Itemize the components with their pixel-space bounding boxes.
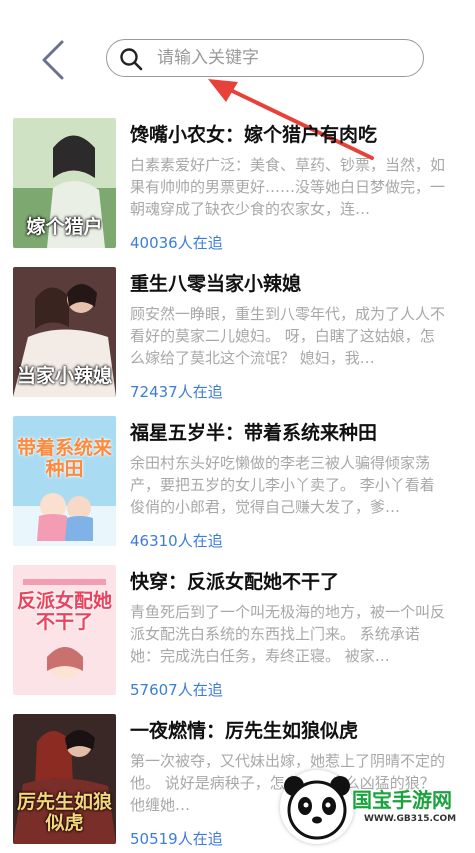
search-box[interactable]	[106, 39, 424, 77]
book-title[interactable]: 福星五岁半：带着系统来种田	[130, 418, 460, 445]
cover-title: 嫁个猎户	[26, 216, 103, 238]
book-description: 青鱼死后到了一个叫无极海的地方，被一个叫反派女配洗白系统的东西找上门来。 系统承…	[130, 603, 446, 665]
book-description: 余田村东头好吃懒做的李老三被人骗得倾家荡产，要把五岁的女儿李小丫卖了。 李小丫看…	[130, 454, 435, 516]
book-item[interactable]: 嫁个猎户 馋嘴小农女：嫁个猎户有肉吃 白素素爱好广泛：美食、草药、钞票，当然，如…	[0, 108, 475, 257]
book-item[interactable]: 带着系统来种田 福星五岁半：带着系统来种田 余田村东头好吃懒做的李老三被人骗得倾…	[0, 406, 475, 555]
watermark-brand: 国宝手游网	[352, 788, 452, 812]
chevron-left-icon	[42, 40, 64, 80]
back-button[interactable]	[34, 38, 74, 82]
book-cover[interactable]: 厉先生如狼似虎	[13, 714, 116, 844]
watermark-url: WWW.GB315.COM	[364, 814, 457, 824]
cover-title: 厉先生如狼似虎	[17, 791, 113, 834]
site-watermark: 国宝手游网 WWW.GB315.COM	[268, 762, 475, 844]
book-cover[interactable]: 嫁个猎户	[13, 118, 116, 248]
reader-count: 40036人在追	[130, 234, 223, 252]
cover-title: 反派女配她不干了	[17, 590, 113, 633]
reader-count: 50519人在追	[130, 830, 223, 848]
book-list: 嫁个猎户 馋嘴小农女：嫁个猎户有肉吃 白素素爱好广泛：美食、草药、钞票，当然，如…	[0, 108, 475, 853]
top-bar	[0, 0, 475, 110]
reader-count: 72437人在追	[130, 383, 223, 401]
reader-count: 46310人在追	[130, 532, 223, 550]
panda-logo	[280, 770, 354, 844]
book-cover[interactable]: 反派女配她不干了	[13, 565, 116, 695]
panda-icon	[284, 776, 350, 840]
search-input[interactable]	[157, 45, 407, 71]
cover-title: 带着系统来种田	[17, 437, 113, 480]
cover-title: 当家小辣媳	[17, 365, 113, 387]
book-cover[interactable]: 当家小辣媳	[13, 267, 116, 397]
search-icon	[120, 48, 143, 71]
book-description: 白素素爱好广泛：美食、草药、钞票，当然，如果有帅帅的男票更好……没等她白日梦做完…	[130, 156, 446, 218]
cover-art	[13, 416, 116, 546]
book-title[interactable]: 重生八零当家小辣媳	[130, 269, 460, 296]
book-title[interactable]: 快穿：反派女配她不干了	[130, 567, 460, 594]
book-description: 顾安然一睁眼，重生到八零年代，成为了人人不看好的莫家二儿媳妇。 呀，白瞎了这姑娘…	[130, 305, 446, 367]
reader-count: 57607人在追	[130, 681, 223, 699]
book-cover[interactable]: 带着系统来种田	[13, 416, 116, 546]
book-item[interactable]: 反派女配她不干了 快穿：反派女配她不干了 青鱼死后到了一个叫无极海的地方，被一个…	[0, 555, 475, 704]
book-title[interactable]: 馋嘴小农女：嫁个猎户有肉吃	[130, 120, 460, 147]
book-title[interactable]: 一夜燃情：厉先生如狼似虎	[130, 716, 460, 743]
book-item[interactable]: 当家小辣媳 重生八零当家小辣媳 顾安然一睁眼，重生到八零年代，成为了人人不看好的…	[0, 257, 475, 406]
